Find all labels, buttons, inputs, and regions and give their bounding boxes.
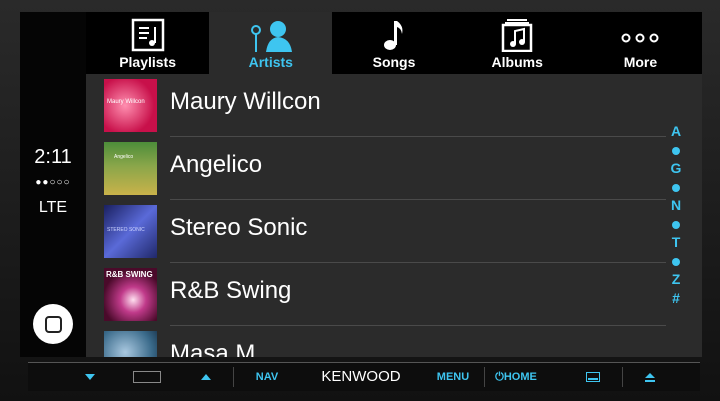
tab-more[interactable]: More [579,12,702,74]
hardware-button-bar: NAV KENWOOD MENU ⏻HOME [28,362,700,391]
screen-mode-button[interactable] [576,363,610,391]
tab-albums[interactable]: Albums [456,12,579,74]
tab-label: Artists [248,54,293,70]
index-letter[interactable]: A [662,122,690,141]
head-unit: 2:11 ●●○○○ LTE Playlists Artists Songs A… [0,0,720,401]
music-note-icon [384,21,403,50]
artist-icon [250,21,292,52]
home-hw-button[interactable]: ⏻HOME [488,363,544,391]
tab-label: More [623,54,658,70]
index-dot[interactable] [662,252,690,271]
index-letter[interactable]: Z [662,270,690,289]
carplay-screen: 2:11 ●●○○○ LTE Playlists Artists Songs A… [20,12,702,357]
index-dot[interactable] [662,215,690,234]
album-art: Maury Willcon [104,79,157,132]
screen-button[interactable] [132,363,162,391]
list-item[interactable]: Masa M [86,326,666,357]
clock: 2:11 [34,146,72,168]
list-item[interactable]: STEREO SONIC Stereo Sonic [86,200,666,263]
eject-icon [645,373,655,383]
menu-button[interactable]: MENU [430,363,476,391]
nav-button[interactable]: NAV [242,363,292,391]
alphabet-index[interactable]: A G N T Z # [662,122,690,307]
artist-name: Masa M [170,340,256,357]
tab-label: Songs [372,54,416,70]
album-art: R&B SWING [104,268,157,321]
album-art-text: STEREO SONIC [107,227,145,233]
status-sidebar: 2:11 ●●○○○ LTE [20,12,86,357]
album-art-text: R&B SWING [106,270,153,279]
up-arrow-button[interactable] [188,363,224,391]
index-dot[interactable] [662,178,690,197]
tab-label: Albums [491,54,543,70]
artist-list: Maury Willcon Maury Willcon Angelico Ang… [86,74,702,357]
artist-name: Maury Willcon [170,88,321,115]
network-type: LTE [38,199,68,216]
index-letter[interactable]: G [662,159,690,178]
index-letter[interactable]: T [662,233,690,252]
down-arrow-button[interactable] [72,363,108,391]
tab-artists[interactable]: Artists [209,12,333,74]
chevron-down-icon [85,374,95,381]
list-item[interactable]: Angelico Angelico [86,137,666,200]
chevron-up-icon [201,374,211,381]
album-art: Angelico [104,142,157,195]
playlist-icon [131,18,164,52]
home-icon [45,316,62,333]
list-item[interactable]: R&B SWING R&B Swing [86,263,666,326]
brand-logo: KENWOOD [321,368,401,385]
divider [622,367,623,387]
list-item[interactable]: Maury Willcon Maury Willcon [86,74,666,137]
tab-label: Playlists [119,54,177,70]
home-button[interactable] [33,304,73,344]
more-icon [621,33,659,43]
album-art [104,331,157,357]
album-art-text: Maury Willcon [107,99,145,105]
divider [484,367,485,387]
index-letter[interactable]: N [662,196,690,215]
index-dot[interactable] [662,141,690,160]
index-letter[interactable]: # [662,289,690,308]
album-art-text: Angelico [114,154,134,160]
album-icon [501,19,533,52]
eject-button[interactable] [632,363,668,391]
tab-songs[interactable]: Songs [332,12,455,74]
artist-name: R&B Swing [170,277,292,304]
rectangle-icon [133,371,161,384]
screen-mode-icon [586,372,600,383]
album-art: STEREO SONIC [104,205,157,258]
artist-name: Angelico [170,151,263,178]
tab-playlists[interactable]: Playlists [86,12,209,74]
tab-bar: Playlists Artists Songs Albums More [86,12,702,74]
divider [233,367,234,387]
signal-strength: ●●○○○ [35,177,71,188]
artist-name: Stereo Sonic [170,214,308,241]
